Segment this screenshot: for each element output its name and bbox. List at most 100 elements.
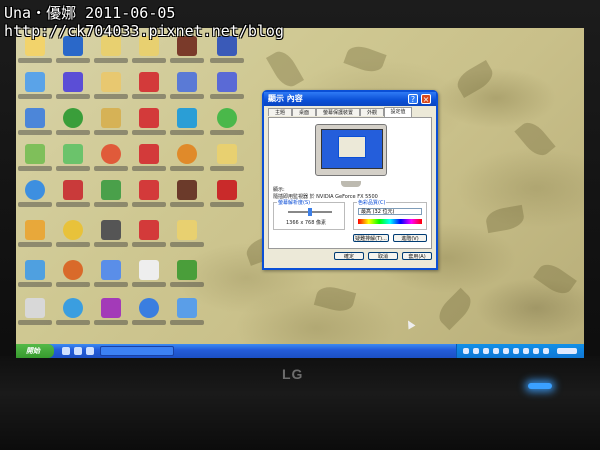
desktop-icon[interactable] <box>132 106 166 140</box>
color-quality-group-title: 色彩品質(C) <box>357 199 387 206</box>
tray-icon[interactable] <box>473 348 479 354</box>
quick-launch-icon[interactable] <box>86 347 94 355</box>
monitor-preview-window <box>338 136 366 158</box>
tray-icon[interactable] <box>483 348 489 354</box>
display-properties-dialog: 顯示 內容 ? × 主題 桌面 螢幕保護裝置 外觀 設定值 顯示: 隨插即用監視… <box>262 90 438 270</box>
watermark-title: Una・優娜 2011-06-05 <box>4 4 176 22</box>
desktop-icon[interactable] <box>132 296 166 330</box>
watermark-url: http://ck704033.pixnet.net/blog <box>4 22 284 40</box>
desktop-icon[interactable] <box>94 178 128 212</box>
monitor-preview <box>315 124 387 187</box>
wallpaper-leaf <box>484 204 526 234</box>
wallpaper-leaf <box>433 287 477 331</box>
resolution-value: 1366 x 768 像素 <box>286 220 326 226</box>
desktop-icon[interactable] <box>18 258 52 292</box>
desktop-icon[interactable] <box>94 106 128 140</box>
taskbar-item-display-properties[interactable] <box>100 346 174 356</box>
desktop-icon[interactable] <box>210 106 244 140</box>
troubleshoot-button[interactable]: 疑難排解(T)... <box>353 234 389 242</box>
desktop-icon[interactable] <box>132 258 166 292</box>
start-label: 開始 <box>26 347 40 355</box>
resolution-group: 螢幕解析度(S) 1366 x 768 像素 <box>273 199 345 230</box>
tab-themes[interactable]: 主題 <box>268 108 292 116</box>
desktop-icon[interactable] <box>132 178 166 212</box>
close-icon[interactable]: × <box>421 94 431 104</box>
tray-icon[interactable] <box>523 348 529 354</box>
tray-icon[interactable] <box>533 348 539 354</box>
desktop-icon[interactable] <box>132 70 166 104</box>
desktop-icon[interactable] <box>56 258 90 292</box>
desktop-icon[interactable] <box>170 178 204 212</box>
desktop-icon[interactable] <box>94 218 128 252</box>
resolution-slider[interactable] <box>288 208 332 216</box>
desktop-icon[interactable] <box>18 178 52 212</box>
wallpaper-leaf <box>453 59 497 99</box>
mouse-cursor-icon <box>404 318 416 330</box>
dialog-title: 顯示 內容 <box>268 94 303 103</box>
desktop-icon[interactable] <box>94 70 128 104</box>
color-quality-group: 色彩品質(C) 最高 (32 位元) <box>353 199 427 230</box>
color-quality-select[interactable]: 最高 (32 位元) <box>358 208 422 215</box>
tray-icon[interactable] <box>503 348 509 354</box>
wallpaper-leaf <box>265 47 305 91</box>
desktop-icon[interactable] <box>94 296 128 330</box>
tray-icon[interactable] <box>513 348 519 354</box>
desktop-icon[interactable] <box>132 142 166 176</box>
desktop-icon[interactable] <box>170 142 204 176</box>
desktop-icon[interactable] <box>56 296 90 330</box>
start-button[interactable]: 開始 <box>16 344 54 358</box>
desktop-icon[interactable] <box>56 178 90 212</box>
tab-desktop[interactable]: 桌面 <box>292 108 316 116</box>
desktop-icon[interactable] <box>170 218 204 252</box>
wallpaper-leaf <box>313 283 357 315</box>
resolution-group-title: 螢幕解析度(S) <box>277 199 312 206</box>
tab-screensaver[interactable]: 螢幕保護裝置 <box>316 108 360 116</box>
power-led <box>528 383 552 389</box>
display-label: 顯示: <box>273 187 285 193</box>
desktop-icon[interactable] <box>56 142 90 176</box>
desktop-icon[interactable] <box>132 218 166 252</box>
apply-button[interactable]: 套用(A) <box>402 252 432 260</box>
desktop-icon[interactable] <box>18 142 52 176</box>
desktop-icon[interactable] <box>18 106 52 140</box>
dialog-tabs: 主題 桌面 螢幕保護裝置 外觀 設定值 <box>268 107 432 117</box>
tray-icon[interactable] <box>463 348 469 354</box>
clock[interactable] <box>557 348 577 354</box>
wallpaper-leaf <box>343 42 387 76</box>
quick-launch-icon[interactable] <box>62 347 70 355</box>
desktop-icon[interactable] <box>94 142 128 176</box>
tray-icon[interactable] <box>543 348 549 354</box>
desktop-screen: 顯示 內容 ? × 主題 桌面 螢幕保護裝置 外觀 設定值 顯示: 隨插即用監視… <box>16 28 584 358</box>
lg-logo: LG <box>282 366 304 382</box>
desktop-icon[interactable] <box>18 218 52 252</box>
desktop-icon[interactable] <box>170 296 204 330</box>
tab-settings[interactable]: 設定值 <box>384 107 412 117</box>
taskbar: 開始 <box>16 344 584 358</box>
desktop-icon[interactable] <box>56 106 90 140</box>
tab-appearance[interactable]: 外觀 <box>360 108 384 116</box>
desktop-icon[interactable] <box>210 142 244 176</box>
desktop-icon[interactable] <box>18 296 52 330</box>
ok-button[interactable]: 確定 <box>334 252 364 260</box>
desktop-icons <box>16 28 244 346</box>
quick-launch-icon[interactable] <box>74 347 82 355</box>
desktop-icon[interactable] <box>56 218 90 252</box>
tray-icon[interactable] <box>493 348 499 354</box>
desktop-icon[interactable] <box>170 258 204 292</box>
desktop-icon[interactable] <box>94 258 128 292</box>
monitor-preview-stand <box>341 181 361 187</box>
help-icon[interactable]: ? <box>408 94 418 104</box>
desktop-icon[interactable] <box>210 178 244 212</box>
desktop-icon[interactable] <box>56 70 90 104</box>
wallpaper-leaf <box>533 259 577 299</box>
desktop-icon[interactable] <box>210 70 244 104</box>
resolution-slider-thumb[interactable] <box>308 208 312 216</box>
wallpaper-leaf <box>514 117 556 161</box>
monitor-bottom-bezel: LG <box>0 356 600 450</box>
desktop-icon[interactable] <box>170 70 204 104</box>
dialog-titlebar[interactable]: 顯示 內容 ? × <box>264 92 436 106</box>
cancel-button[interactable]: 取消 <box>368 252 398 260</box>
advanced-button[interactable]: 進階(V) <box>393 234 427 242</box>
desktop-icon[interactable] <box>170 106 204 140</box>
desktop-icon[interactable] <box>18 70 52 104</box>
